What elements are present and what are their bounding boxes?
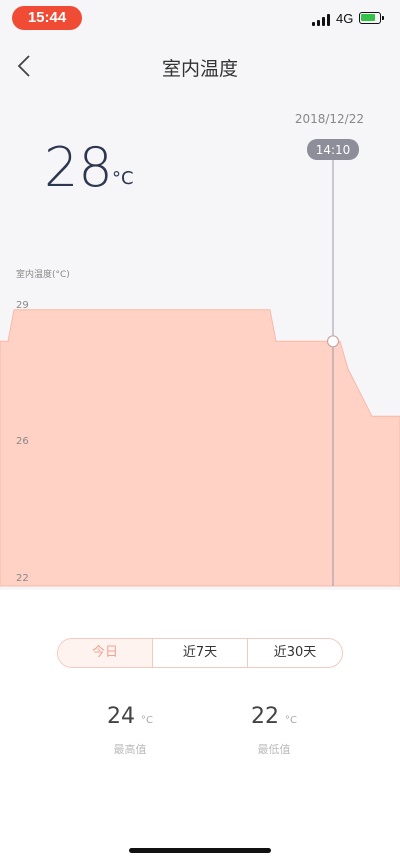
home-indicator xyxy=(129,848,271,853)
max-stat: 24 °C 最高值 xyxy=(70,704,190,757)
cursor-point[interactable] xyxy=(326,335,340,348)
series-area xyxy=(0,309,400,587)
min-label: 最低值 xyxy=(257,743,291,756)
tab-today[interactable]: 今日 xyxy=(58,639,153,667)
min-stat: 22 °C 最低值 xyxy=(214,704,334,757)
y-tick-label: 26 xyxy=(16,436,29,447)
max-unit: °C xyxy=(141,715,153,726)
current-date: 2018/12/22 xyxy=(294,112,364,126)
temperature-chart[interactable]: 14:10 xyxy=(0,0,400,590)
max-value: 24 xyxy=(107,704,135,729)
range-tabs: 今日 近7天 近30天 xyxy=(57,638,343,668)
tab-7-days[interactable]: 近7天 xyxy=(153,639,248,667)
min-value: 22 xyxy=(251,704,279,729)
min-unit: °C xyxy=(285,715,297,726)
cursor-time-label: 14:10 xyxy=(316,143,351,157)
current-temperature-unit: °C xyxy=(112,168,134,189)
cursor-time-bubble: 14:10 xyxy=(307,139,359,160)
y-tick-label: 29 xyxy=(16,300,29,311)
max-label: 最高值 xyxy=(113,743,147,756)
y-axis-title: 室内温度(°C) xyxy=(16,270,70,280)
tab-30-days[interactable]: 近30天 xyxy=(248,639,342,667)
current-temperature: 28 xyxy=(44,136,113,199)
y-tick-label: 22 xyxy=(16,573,29,584)
